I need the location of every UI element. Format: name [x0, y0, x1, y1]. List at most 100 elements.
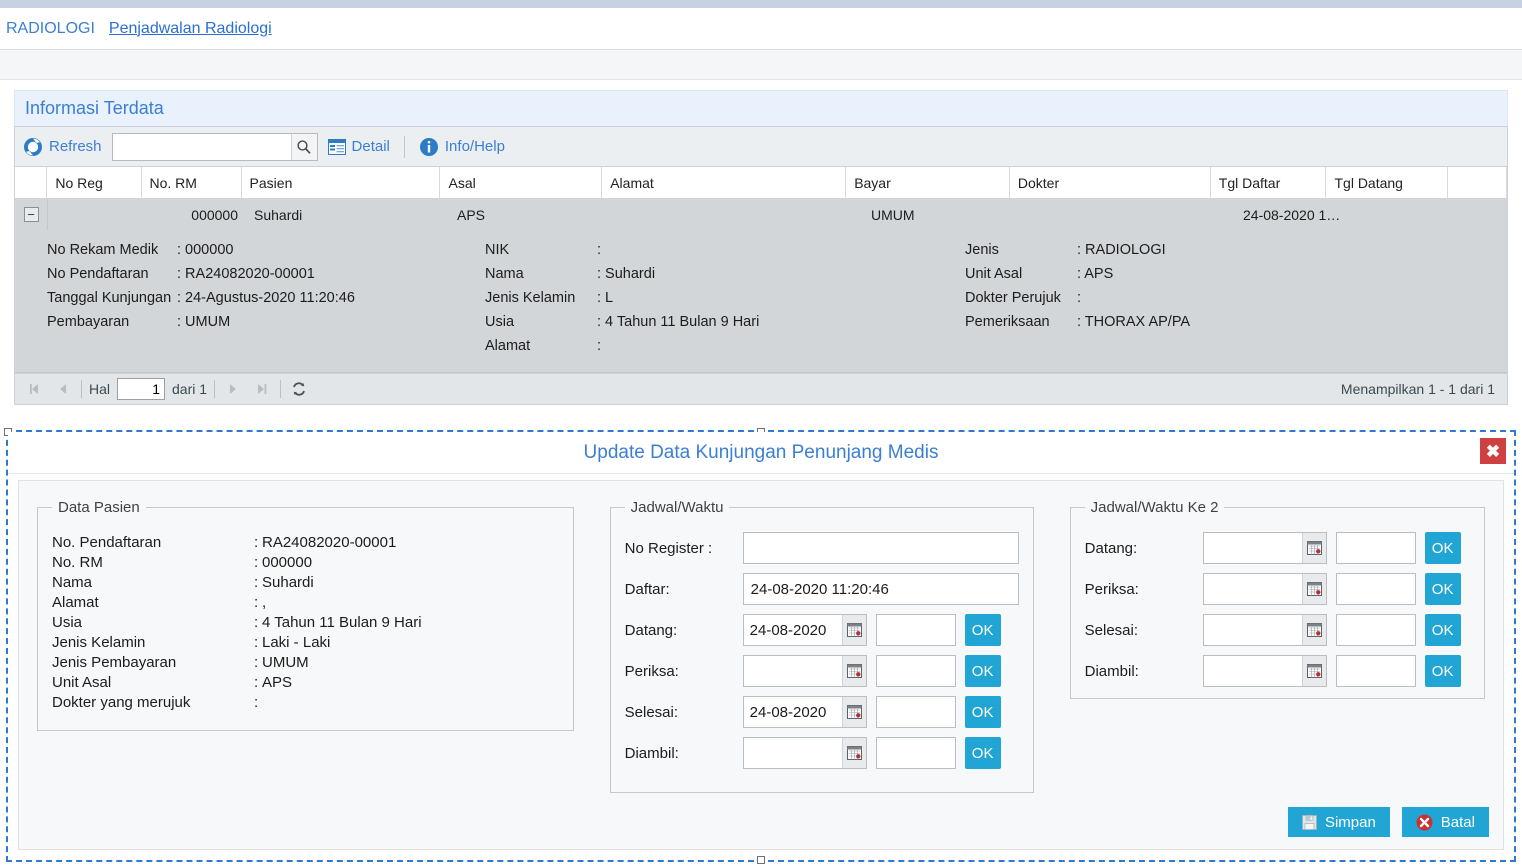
periksa-date-group[interactable] [742, 655, 867, 687]
datang-date-input[interactable] [743, 615, 842, 645]
grid-header-pasien[interactable]: Pasien [242, 167, 441, 198]
periksa2-date-input[interactable] [1203, 574, 1302, 604]
search-input[interactable] [112, 133, 291, 160]
detail-value: : 4 Tahun 11 Bulan 9 Hari [597, 314, 760, 330]
selesai2-row: Selesai: OK [1085, 614, 1470, 646]
search-button[interactable] [290, 133, 317, 160]
periksa-row: Periksa: OK [625, 655, 1019, 687]
resize-handle-bottom-center[interactable] [757, 856, 765, 864]
datang-time-input[interactable] [875, 614, 956, 646]
detail-label: Unit Asal [965, 266, 1023, 282]
page-title: Informasi Terdata [14, 90, 1508, 126]
cancel-button[interactable]: Batal [1401, 807, 1489, 837]
save-button[interactable]: Simpan [1287, 807, 1390, 837]
datang2-date-group[interactable] [1202, 532, 1327, 564]
detail-field: Usia : 4 Tahun 11 Bulan 9 Hari [485, 310, 965, 334]
datang2-date-input[interactable] [1203, 533, 1302, 563]
top-accent-strip [0, 0, 1522, 8]
patient-field: Dokter yang merujuk : [52, 692, 559, 712]
daftar-input[interactable] [742, 573, 1019, 605]
diambil-time-input[interactable] [875, 737, 956, 769]
selesai-ok-button[interactable]: OK [964, 696, 1001, 728]
patient-value: Laki - Laki [262, 633, 331, 651]
diambil2-ok-button[interactable]: OK [1424, 655, 1461, 687]
breadcrumb-current[interactable]: Penjadwalan Radiologi [109, 20, 272, 38]
selesai2-date-group[interactable] [1202, 614, 1327, 646]
datang-date-group[interactable] [742, 614, 867, 646]
diambil-date-input[interactable] [743, 738, 842, 768]
no-register-input[interactable] [742, 532, 1019, 564]
info-help-button[interactable]: Info/Help [419, 137, 505, 157]
row-detail-column-2: NIK : Nama : Suhardi Jenis Kelamin : L U… [485, 238, 965, 358]
diambil2-row: Diambil: OK [1085, 655, 1470, 687]
periksa2-ok-button[interactable]: OK [1424, 573, 1461, 605]
diambil-ok-button[interactable]: OK [964, 737, 1001, 769]
selesai-time-input[interactable] [875, 696, 956, 728]
page-number-input[interactable] [117, 378, 166, 400]
diambil2-date-group[interactable] [1202, 655, 1327, 687]
collapse-icon[interactable]: − [23, 207, 39, 222]
grid-header-no-reg[interactable]: No Reg [47, 167, 142, 198]
grid-header-no-rm[interactable]: No. RM [142, 167, 242, 198]
grid-header-alamat[interactable]: Alamat [602, 167, 847, 198]
table-row[interactable]: − 000000 Suhardi APS UMUM 24-08-2020 1… [15, 199, 1507, 230]
datang-ok-button[interactable]: OK [964, 614, 1001, 646]
dialog-header: Update Data Kunjungan Penunjang Medis ✖ [8, 432, 1514, 474]
calendar-icon[interactable] [1301, 533, 1326, 563]
grid-header-tgl-daftar[interactable]: Tgl Daftar [1211, 167, 1327, 198]
next-page-button[interactable] [222, 378, 244, 400]
colon: : [254, 613, 259, 631]
row-expander-cell[interactable]: − [15, 199, 48, 230]
first-page-button[interactable] [23, 378, 45, 400]
colon: : [254, 693, 259, 711]
periksa2-date-group[interactable] [1202, 573, 1327, 605]
selesai2-ok-button[interactable]: OK [1424, 614, 1461, 646]
diambil-date-group[interactable] [742, 737, 867, 769]
patient-value: 000000 [262, 553, 313, 571]
calendar-icon[interactable] [841, 656, 866, 686]
grid-header-dokter[interactable]: Dokter [1010, 167, 1211, 198]
datang2-time-input[interactable] [1335, 532, 1416, 564]
periksa-ok-button[interactable]: OK [964, 655, 1001, 687]
selesai2-time-input[interactable] [1335, 614, 1416, 646]
detail-label: Alamat [485, 338, 531, 354]
periksa-time-input[interactable] [875, 655, 956, 687]
patient-label: Dokter yang merujuk [52, 693, 191, 711]
diambil2-date-input[interactable] [1203, 656, 1302, 686]
grid-header-asal[interactable]: Asal [440, 167, 603, 198]
reload-button[interactable] [288, 378, 310, 400]
periksa2-time-input[interactable] [1335, 573, 1416, 605]
last-page-button[interactable] [251, 378, 273, 400]
search-box[interactable] [111, 132, 318, 161]
patient-field: No. RM : 000000 [52, 552, 559, 572]
selesai-date-group[interactable] [742, 696, 867, 728]
calendar-icon[interactable] [1301, 656, 1326, 686]
row-detail-panel: No Rekam Medik : 000000 No Pendaftaran :… [15, 230, 1507, 373]
selesai-date-input[interactable] [743, 697, 842, 727]
row-detail-column-3: Jenis : RADIOLOGI Unit Asal : APS Dokter… [965, 238, 1385, 358]
prev-page-button[interactable] [52, 378, 74, 400]
grid-header-bayar[interactable]: Bayar [846, 167, 1010, 198]
calendar-icon[interactable] [841, 738, 866, 768]
detail-button[interactable]: Detail [327, 138, 390, 155]
periksa-date-input[interactable] [743, 656, 842, 686]
grid-header-tgl-datang[interactable]: Tgl Datang [1326, 167, 1449, 198]
grid-toolbar: Refresh Detail Info/Help [14, 126, 1508, 166]
close-icon[interactable]: ✖ [1480, 438, 1506, 464]
patient-field: No. Pendaftaran : RA24082020-00001 [52, 532, 559, 552]
diambil2-time-input[interactable] [1335, 655, 1416, 687]
calendar-icon[interactable] [1301, 615, 1326, 645]
selesai2-date-input[interactable] [1203, 615, 1302, 645]
datang2-ok-button[interactable]: OK [1424, 532, 1461, 564]
calendar-icon[interactable] [841, 615, 866, 645]
calendar-icon[interactable] [841, 697, 866, 727]
breadcrumb-root[interactable]: RADIOLOGI [6, 20, 95, 38]
pager-divider [214, 380, 216, 398]
detail-label: Jenis [965, 242, 999, 258]
refresh-button[interactable]: Refresh [23, 137, 102, 157]
detail-field: Pemeriksaan : THORAX AP/PA [965, 310, 1385, 334]
detail-label: NIK [485, 242, 510, 258]
calendar-icon[interactable] [1301, 574, 1326, 604]
detail-value: : L [597, 290, 614, 306]
detail-label: Nama [485, 266, 524, 282]
